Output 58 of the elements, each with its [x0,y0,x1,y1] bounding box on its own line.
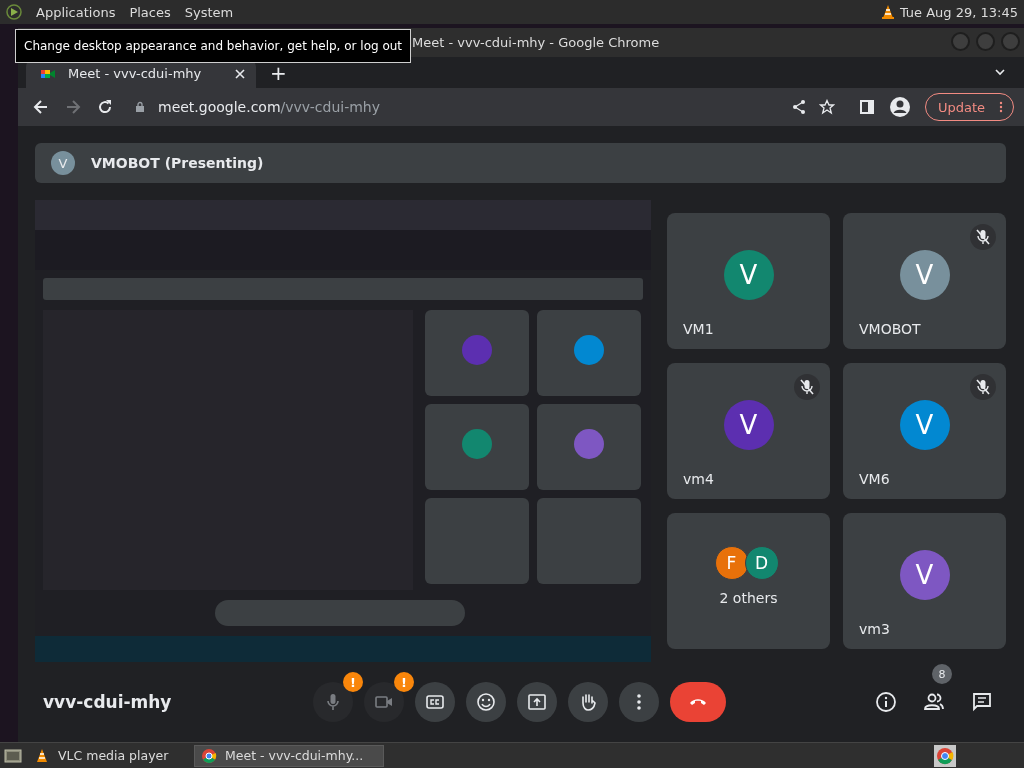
star-icon[interactable] [818,99,835,115]
emoji-button[interactable] [466,682,506,722]
participant-name: VMOBOT [859,321,921,337]
menu-item[interactable]: Places [129,4,171,20]
avatar: V [51,151,75,175]
show-desktop-icon[interactable] [4,746,22,765]
sidebar-icon[interactable] [858,99,875,115]
forward-icon[interactable] [64,98,82,116]
more-icon [637,694,641,710]
warning-badge: ! [343,672,363,692]
info-icon [875,691,897,713]
cone-icon [34,747,50,764]
taskbar-item[interactable]: Meet - vvv-cdui-mhy... [194,744,384,767]
present-screen-icon [527,692,547,712]
avatar: V [723,250,774,300]
chevron-down-icon[interactable] [994,66,1006,78]
tooltip: Change desktop appearance and behavior, get help, or log out [15,29,412,63]
avatar: V [899,400,950,450]
clock[interactable]: Tue Aug 29, 13:45 [899,4,1018,20]
more-button[interactable] [619,682,659,722]
reload-icon[interactable] [96,98,114,116]
menu-item[interactable]: System [184,4,234,20]
avatar: V [899,250,950,300]
avatar: F [714,546,749,580]
captions-icon [425,692,445,712]
count-badge: 8 [932,664,952,684]
url-field[interactable]: meet.google.com/vvv-cdui-mhy [158,99,779,115]
avatar: V [899,550,950,600]
presenting-label: VMOBOT (Presenting) [91,155,264,171]
cone-icon[interactable] [879,4,896,20]
new-tab-button[interactable]: + [270,61,287,85]
lock-icon[interactable] [134,101,146,113]
close-icon[interactable] [234,67,246,80]
present-button[interactable] [517,682,557,722]
avatar: D [744,546,779,580]
participant-name: vm4 [683,471,714,487]
profile-icon[interactable] [888,96,911,118]
logo-icon[interactable] [6,4,22,20]
window-title: Meet - vvv-cdui-mhy - Google Chrome [412,35,660,50]
participant-name: vm3 [859,621,890,637]
back-icon[interactable] [32,98,50,116]
menu-item[interactable]: Applications [36,4,116,20]
share-icon[interactable] [790,99,807,115]
end-button[interactable] [670,682,726,722]
warning-badge: ! [394,672,414,692]
participant-name: 2 others [719,590,778,606]
participant-name: VM1 [683,321,714,337]
meeting-name: vvv-cdui-mhy [42,692,173,712]
people-icon [923,691,945,713]
chat-icon [971,691,993,713]
avatar: V [723,400,774,450]
participant-name: VM6 [859,471,890,487]
hand-button[interactable] [568,682,608,722]
chrome-icon [201,747,217,764]
taskbar-item[interactable]: VLC media player [28,744,188,767]
chrome-icon[interactable] [934,744,956,767]
smiley-icon [476,692,496,712]
captions-button[interactable] [415,682,455,722]
